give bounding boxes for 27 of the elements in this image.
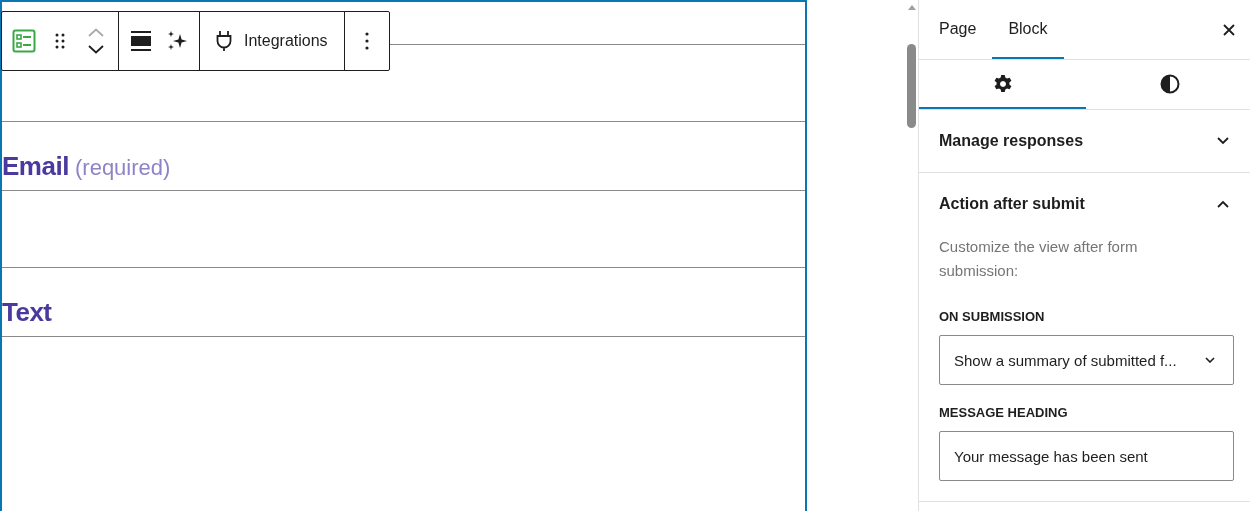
text-input[interactable]: Your message has been sent — [939, 431, 1234, 481]
integrations-button[interactable]: Integrations — [206, 21, 338, 61]
field-label: Text — [2, 296, 52, 329]
chevron-up-icon — [1217, 200, 1229, 208]
move-down-icon[interactable] — [88, 45, 104, 54]
full-width-icon[interactable] — [131, 31, 151, 51]
scroll-up-icon[interactable] — [907, 5, 916, 10]
sidebar-tab[interactable]: Page — [923, 0, 993, 59]
panel-header[interactable]: Action after submit — [919, 173, 1250, 235]
drag-handle-icon[interactable] — [55, 33, 65, 49]
settings-icon — [992, 73, 1013, 94]
chevron-down-icon — [1205, 357, 1215, 363]
panel-description: Customize the view after form submission: — [939, 237, 1139, 281]
sidebar-tab[interactable]: Block — [992, 0, 1064, 59]
more-options-icon[interactable] — [364, 32, 369, 50]
control-label: ON SUBMISSION — [939, 309, 1046, 324]
form-icon[interactable] — [12, 29, 36, 53]
close-icon — [1223, 23, 1235, 36]
field-label: Email (required) — [2, 150, 171, 183]
contrast-icon — [1159, 73, 1180, 94]
input-field[interactable] — [2, 190, 805, 268]
scrollbar-thumb[interactable] — [907, 44, 916, 128]
chevron-down-icon — [1217, 137, 1229, 145]
control-label: MESSAGE HEADING — [939, 405, 1069, 420]
plug-icon — [216, 30, 232, 52]
panel-header[interactable]: Manage responses — [919, 110, 1250, 172]
select-dropdown[interactable]: Show a summary of submitted f... — [939, 335, 1234, 385]
